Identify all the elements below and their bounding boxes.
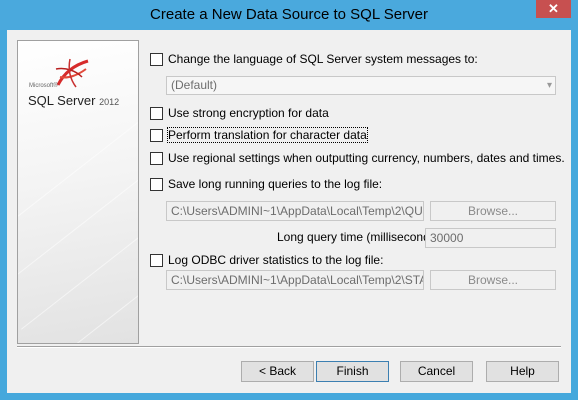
close-icon: ✕ [548,1,559,16]
regional-settings-option[interactable]: Use regional settings when outputting cu… [150,151,565,165]
translation-checkbox[interactable] [150,128,163,142]
logo-company: Microsoft® [29,83,58,89]
change-language-option[interactable]: Change the language of SQL Server system… [150,52,478,66]
language-select-value: (Default) [171,78,218,92]
back-button[interactable]: < Back [241,361,314,382]
close-button[interactable]: ✕ [536,0,571,18]
log-odbc-stats-option[interactable]: Log ODBC driver statistics to the log fi… [150,253,383,267]
window-title: Create a New Data Source to SQL Server [150,6,428,23]
stats-log-path-field: C:\Users\ADMINI~1\AppData\Local\Temp\2\S… [166,270,424,290]
logo-product-name: SQL Server 2012 [28,93,120,108]
long-query-time-label: Long query time (milliseconds): [277,230,444,244]
log-odbc-stats-label: Log ODBC driver statistics to the log fi… [168,253,384,267]
title-bar: Create a New Data Source to SQL Server ✕ [0,0,578,30]
logo-year: 2012 [99,97,120,107]
language-select: (Default) ▾ [166,76,556,95]
finish-button[interactable]: Finish [316,361,389,382]
strong-encryption-checkbox[interactable] [150,106,163,120]
change-language-checkbox[interactable] [150,52,163,66]
translation-label: Perform translation for character data [167,127,368,143]
long-query-time-field: 30000 [425,228,556,248]
save-long-queries-label: Save long running queries to the log fil… [168,177,383,191]
dialog-body: Microsoft® SQL Server 2012 Change the la… [7,30,571,393]
save-long-queries-checkbox[interactable] [150,177,163,191]
regional-settings-label: Use regional settings when outputting cu… [168,151,565,165]
translation-option[interactable]: Perform translation for character data [150,127,368,143]
strong-encryption-label: Use strong encryption for data [168,106,329,120]
product-logo-panel: Microsoft® SQL Server 2012 [17,40,139,344]
cancel-button[interactable]: Cancel [400,361,473,382]
regional-settings-checkbox[interactable] [150,151,163,165]
save-long-queries-option[interactable]: Save long running queries to the log fil… [150,177,382,191]
change-language-label: Change the language of SQL Server system… [168,52,478,66]
log-odbc-stats-checkbox[interactable] [150,253,163,267]
separator-line [17,346,561,348]
stats-log-browse-button: Browse... [430,270,556,290]
query-log-browse-button: Browse... [430,201,556,221]
strong-encryption-option[interactable]: Use strong encryption for data [150,106,329,120]
chevron-down-icon: ▾ [546,80,552,91]
help-button[interactable]: Help [486,361,559,382]
query-log-path-field: C:\Users\ADMINI~1\AppData\Local\Temp\2\Q… [166,201,424,221]
